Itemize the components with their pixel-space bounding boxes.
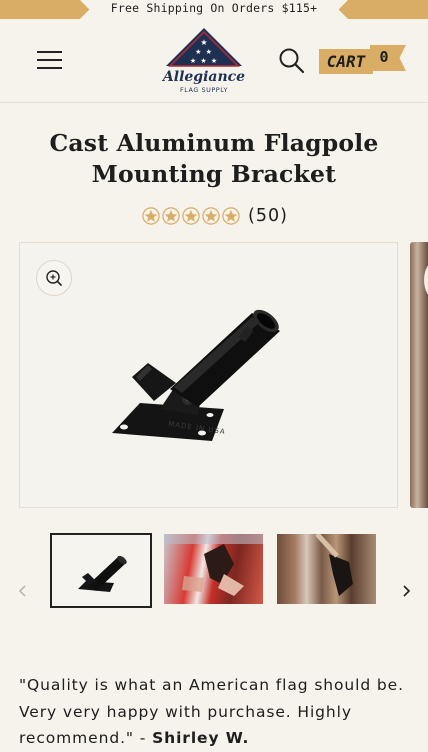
logo-tagline-text: FLAG SUPPLY xyxy=(180,86,228,94)
search-button[interactable] xyxy=(278,47,306,75)
star-icon xyxy=(182,207,200,225)
review-author: Shirley W. xyxy=(152,729,250,747)
site-header: ★ ★ ★ ★ ★ ★ Allegiance FLAG SUPPLY CART … xyxy=(0,19,428,103)
star-icon xyxy=(202,207,220,225)
hamburger-menu-icon xyxy=(37,51,62,53)
product-main-image[interactable]: MADE IN USA xyxy=(19,242,398,508)
product-title: Cast Aluminum Flagpole Mounting Bracket xyxy=(49,129,379,188)
hamburger-menu-icon xyxy=(37,67,62,69)
logo-brand-text: Allegiance xyxy=(162,69,245,85)
announcement-text: Free Shipping On Orders $115+ xyxy=(110,1,318,15)
thumbnail-prev-button[interactable] xyxy=(13,579,33,603)
announcement-bar: Free Shipping On Orders $115+ xyxy=(0,0,428,19)
logo-emblem: ★ ★ ★ ★ ★ ★ Allegiance FLAG SUPPLY xyxy=(161,28,245,94)
thumbnail-wood-image xyxy=(315,534,353,596)
star-icon xyxy=(162,207,180,225)
hamburger-menu-icon xyxy=(37,59,62,61)
thumbnail-bracket-image xyxy=(78,555,127,592)
cart-count: 0 xyxy=(379,48,389,66)
thumbnail-next-button[interactable] xyxy=(396,579,416,603)
rating-stars xyxy=(142,207,240,225)
menu-button[interactable] xyxy=(37,48,63,72)
thumbnail-bracket-on-wood[interactable] xyxy=(277,534,376,604)
star-icon xyxy=(142,207,160,225)
svg-text:★ ★ ★: ★ ★ ★ xyxy=(190,57,218,65)
site-logo[interactable]: ★ ★ ★ ★ ★ ★ Allegiance FLAG SUPPLY xyxy=(161,26,246,96)
thumbnail-bracket-with-flag[interactable] xyxy=(164,534,263,604)
rating-count: (50) xyxy=(248,206,288,226)
customer-review: "Quality is what an American flag should… xyxy=(19,672,415,752)
svg-text:★: ★ xyxy=(200,38,207,47)
product-rating[interactable]: (50) xyxy=(142,204,288,228)
next-product-image-peek[interactable] xyxy=(410,242,428,508)
cart-label: CART xyxy=(319,49,373,74)
chevron-right-icon xyxy=(403,585,411,597)
search-icon xyxy=(279,48,305,74)
chevron-left-icon xyxy=(18,585,26,597)
next-image-zoom-peek xyxy=(424,262,428,298)
cart-button[interactable]: CART 0 xyxy=(318,45,406,75)
star-icon xyxy=(222,207,240,225)
zoom-button[interactable] xyxy=(36,260,72,296)
zoom-in-icon xyxy=(46,270,62,286)
flagpole-bracket-image: MADE IN USA xyxy=(112,309,280,441)
thumbnail-bracket-product[interactable] xyxy=(50,533,152,608)
svg-text:★ ★: ★ ★ xyxy=(195,48,213,56)
thumbnail-flag-image xyxy=(164,534,263,596)
